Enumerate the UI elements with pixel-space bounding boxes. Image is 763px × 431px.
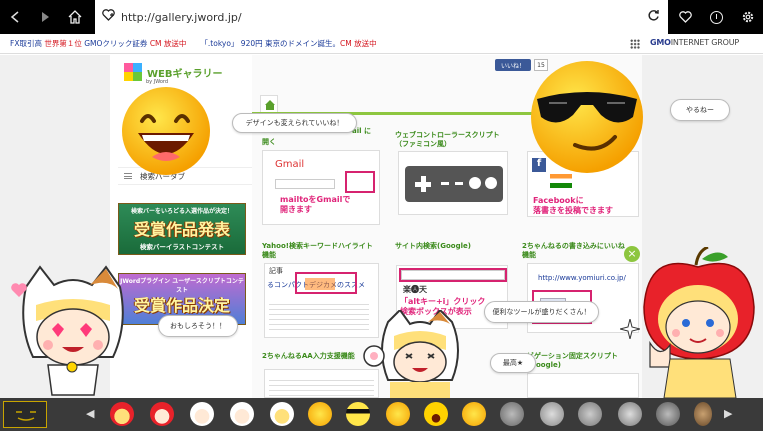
banner2-title: 受賞作品決定	[133, 296, 230, 315]
highlight-box	[295, 272, 357, 294]
web-content: WEBギャラリー by JWord いいね！ 15 検索バータブ 検索バーをいろ…	[0, 55, 763, 398]
home-icon[interactable]	[60, 0, 90, 34]
sunglasses-face-icon[interactable]	[346, 402, 370, 426]
card-title-yahoo[interactable]: Yahoo!検索キーワードハイライト 機能	[262, 242, 373, 260]
card-title-controller[interactable]: ウェブコントローラースクリプト （ファミコン風）	[395, 131, 500, 149]
apps-grid-icon[interactable]	[630, 39, 640, 49]
text-lines	[269, 376, 374, 396]
card-caption-gmail[interactable]: mailtoをGmailで 開きます	[280, 195, 350, 215]
apple-girl-icon[interactable]	[110, 402, 134, 426]
home-tab-icon[interactable]	[260, 95, 278, 113]
ad-link-1[interactable]: FX取引高 世界第１位 GMOクリック証券 CM 放送中	[10, 38, 186, 49]
browser-toolbar: http://gallery.jword.jp/	[0, 0, 763, 34]
smile-face-icon[interactable]	[386, 402, 410, 426]
favorite-icon[interactable]	[95, 9, 121, 25]
back-icon[interactable]	[0, 0, 30, 34]
cube-logo-icon	[124, 63, 142, 81]
speech-bubble-yarune: やるねー	[670, 99, 730, 121]
url-text[interactable]: http://gallery.jword.jp/	[121, 11, 638, 24]
robot-face-icon[interactable]	[500, 402, 524, 426]
a-button-icon	[485, 177, 497, 189]
character-icon[interactable]	[694, 402, 712, 426]
banner1-sub: 検索バーをいろどる入選作品が決定！	[130, 208, 233, 215]
ad-bar: FX取引高 世界第１位 GMOクリック証券 CM 放送中 「.tokyo」 92…	[0, 34, 763, 54]
speech-bubble-design: デザインも変えられていいね！	[232, 113, 357, 133]
forward-icon[interactable]	[30, 0, 60, 34]
card-title-gmail-partial2[interactable]: 開く	[262, 138, 276, 147]
card-title-site-search[interactable]: サイト内検索(Google)	[395, 242, 471, 251]
sunglasses-face-sticker	[531, 61, 643, 173]
highlight-box	[399, 268, 507, 282]
gmo-logo[interactable]: GMOINTERNET GROUP	[650, 38, 739, 47]
card-thumb-nav-fixed[interactable]	[527, 373, 639, 398]
history-icon[interactable]	[701, 0, 732, 34]
scroll-left-icon[interactable]: ◀	[86, 407, 94, 420]
cat-girl-icon[interactable]	[190, 402, 214, 426]
controller-body	[405, 166, 503, 202]
sticker-picker-bar: ◀ ▶	[0, 398, 763, 431]
ch-thumb-url: http://www.yomiuri.co.jp/	[538, 274, 626, 282]
gray-face-4-icon[interactable]	[656, 402, 680, 426]
heart-sticker-icon	[11, 283, 27, 297]
card-thumb-controller[interactable]	[398, 151, 508, 215]
dpad-icon	[415, 176, 431, 192]
facebook-like-button[interactable]: いいね！	[495, 59, 531, 71]
heart-icon[interactable]	[670, 0, 701, 34]
gmail-logo: Gmail	[275, 159, 305, 170]
thumb-field	[275, 179, 335, 189]
select-icon	[441, 182, 449, 185]
highlight-box	[345, 171, 375, 193]
close-icon[interactable]: ×	[624, 246, 640, 262]
gray-face-icon[interactable]	[540, 402, 564, 426]
site-logo[interactable]: WEBギャラリー by JWord	[124, 63, 223, 85]
card-title-nav-fixed[interactable]: ビゲーション固定スクリプト (Google)	[527, 352, 618, 370]
refresh-icon[interactable]	[638, 9, 668, 26]
speech-bubble-omoshirosou: おもしろそう！！	[158, 315, 238, 337]
gray-face-2-icon[interactable]	[578, 402, 602, 426]
gray-face-3-icon[interactable]	[618, 402, 642, 426]
happy-face-icon[interactable]	[462, 402, 486, 426]
apple-girl-2-icon[interactable]	[150, 402, 174, 426]
cat-girl-sticker	[22, 265, 124, 396]
site-thumb-line1: 楽🅐天	[403, 285, 427, 294]
ad-link-2[interactable]: 「.tokyo」 920円 東京のドメイン誕生。CM 放送中	[200, 38, 376, 49]
start-icon	[455, 182, 463, 185]
card-title-2ch-like[interactable]: 2ちゃんねるの書き込みにいいね 機能	[522, 242, 625, 260]
banner1-foot: 検索バーイラストコンテスト	[139, 243, 225, 251]
b-button-icon	[469, 177, 481, 189]
cat-girl-2-icon[interactable]	[230, 402, 254, 426]
flag-icon	[550, 174, 572, 188]
sparkle-icon	[620, 319, 640, 339]
yahoo-thumb-line1: 記事	[269, 267, 283, 275]
cat-girl-3-icon[interactable]	[270, 402, 294, 426]
scroll-right-icon[interactable]: ▶	[724, 407, 732, 420]
keyboard-face-icon[interactable]	[3, 401, 47, 428]
text-lines	[269, 300, 369, 330]
waving-cat-girl-sticker	[363, 310, 459, 398]
award-banner-1[interactable]: 検索バーをいろどる入選作品が決定！ 受賞作品発表 検索バーイラストコンテスト	[118, 203, 246, 255]
speech-bubble-saikou: 最高★	[490, 353, 536, 373]
speech-bubble-benri: 便利なツールが盛りだくさん！	[484, 301, 599, 323]
grin-face-icon[interactable]	[308, 402, 332, 426]
laughing-face-sticker	[122, 87, 210, 175]
laughing-face-icon[interactable]	[424, 402, 448, 426]
brand-name: WEBギャラリー	[147, 68, 223, 80]
banner1-title: 受賞作品発表	[133, 220, 230, 239]
card-title-2ch-aa[interactable]: 2ちゃんねるAA入力支援機能	[262, 352, 355, 361]
settings-icon[interactable]	[732, 0, 763, 34]
apple-girl-sticker	[643, 247, 755, 398]
card-caption-facebook[interactable]: Facebookに 落書きを投稿できます	[533, 196, 613, 216]
address-bar[interactable]: http://gallery.jword.jp/	[95, 0, 668, 34]
screen: http://gallery.jword.jp/ FX取引高 世界第１位 GMO…	[0, 0, 763, 431]
